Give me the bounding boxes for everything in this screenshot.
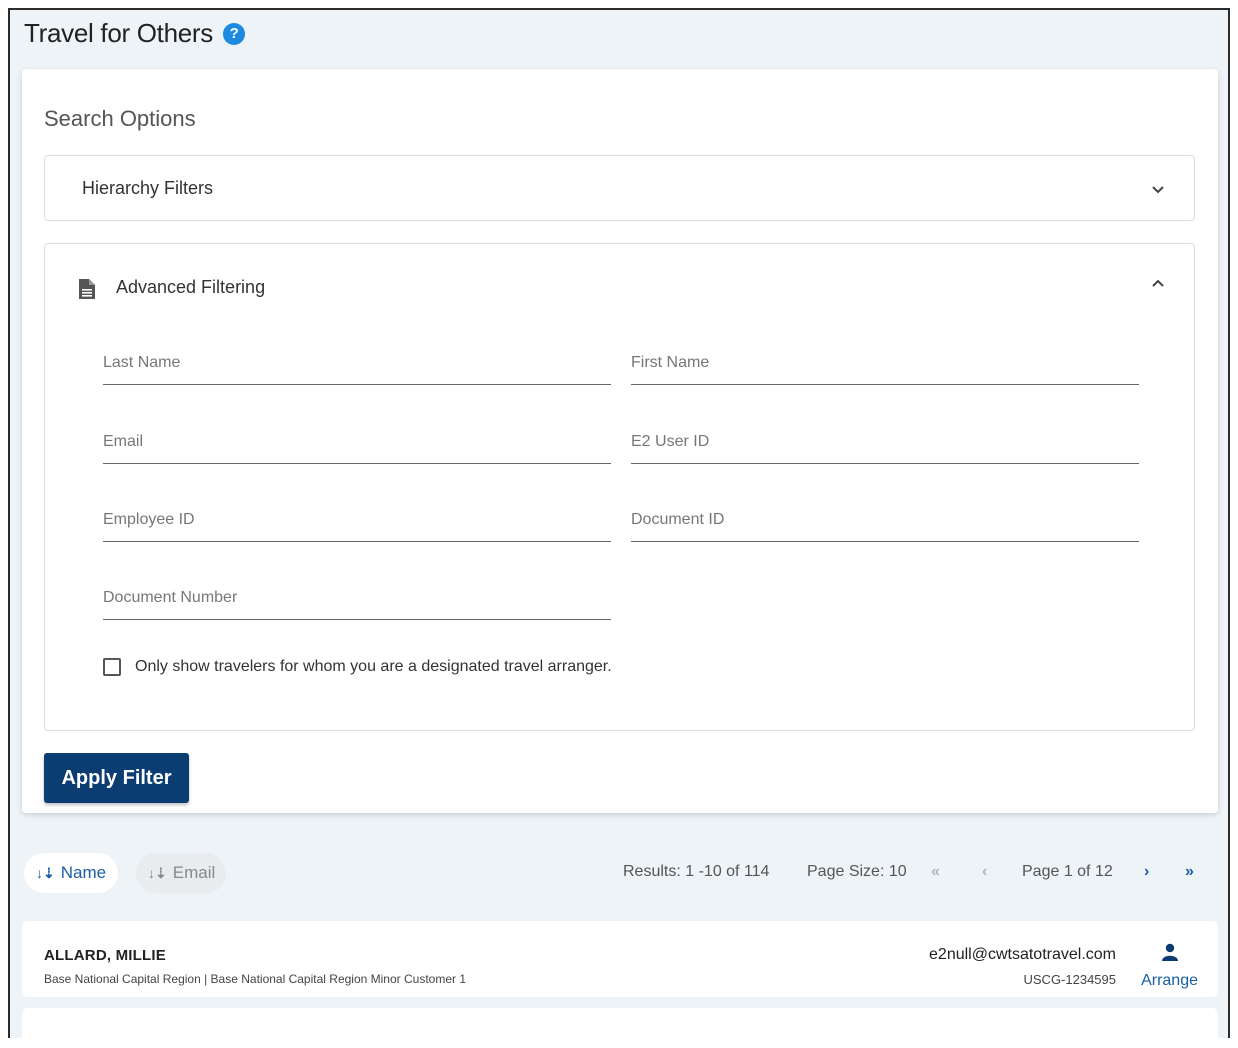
search-options-card: Search Options Hierarchy Filters Advance… xyxy=(22,69,1218,813)
traveler-row xyxy=(22,1008,1218,1048)
traveler-row: ALLARD, MILLIE Base National Capital Reg… xyxy=(22,921,1218,997)
arrange-link[interactable]: Arrange xyxy=(1141,972,1198,990)
travel-arranger-checkbox-label: Only show travelers for whom you are a d… xyxy=(135,658,612,675)
previous-page-icon[interactable]: ‹ xyxy=(982,863,987,881)
document-number-field xyxy=(103,581,611,620)
person-icon[interactable] xyxy=(1162,943,1178,961)
employee-id-field xyxy=(103,503,611,542)
traveler-name: ALLARD, MILLIE xyxy=(44,947,166,964)
apply-filter-button[interactable]: Apply Filter xyxy=(44,753,189,803)
e2-user-id-input[interactable] xyxy=(631,433,1139,451)
page-title: Travel for Others ? xyxy=(24,18,245,49)
results-count: Results: 1 -10 of 114 xyxy=(623,863,770,880)
sort-by-email-button[interactable]: ↓⇣ Email xyxy=(136,853,226,893)
advanced-filtering-label: Advanced Filtering xyxy=(116,277,266,297)
document-icon xyxy=(79,279,95,299)
traveler-email: e2null@cwtsatotravel.com xyxy=(929,946,1116,963)
traveler-id: USCG-1234595 xyxy=(1023,972,1117,987)
sort-email-label: Email xyxy=(172,863,216,882)
document-id-field xyxy=(631,503,1139,542)
next-page-icon[interactable]: › xyxy=(1144,863,1149,881)
app-frame: Travel for Others ? Search Options Hiera… xyxy=(8,8,1230,1048)
sort-name-label: Name xyxy=(60,863,107,882)
last-name-field xyxy=(103,346,611,385)
first-name-input[interactable] xyxy=(631,354,1139,372)
sort-by-name-button[interactable]: ↓⇣ Name xyxy=(24,853,118,893)
chevron-up-icon[interactable] xyxy=(1150,275,1166,291)
sort-icon: ↓⇣ xyxy=(148,864,167,881)
sort-icon: ↓⇣ xyxy=(36,864,55,881)
page-indicator: Page 1 of 12 xyxy=(1022,863,1113,880)
search-options-title: Search Options xyxy=(44,106,196,131)
last-page-icon[interactable]: » xyxy=(1185,863,1194,881)
travel-arranger-checkbox-row: Only show travelers for whom you are a d… xyxy=(103,658,612,676)
page-size-selector[interactable]: Page Size: 10 xyxy=(807,863,907,881)
traveler-organization: Base National Capital Region | Base Nati… xyxy=(44,972,467,986)
chevron-down-icon[interactable] xyxy=(1150,182,1166,198)
e2-user-id-field xyxy=(631,425,1139,464)
document-number-input[interactable] xyxy=(103,589,611,607)
employee-id-input[interactable] xyxy=(103,511,611,529)
hierarchy-filters-panel[interactable]: Hierarchy Filters xyxy=(44,155,1195,221)
email-field xyxy=(103,425,611,464)
hierarchy-filters-label: Hierarchy Filters xyxy=(82,178,214,198)
last-name-input[interactable] xyxy=(103,354,611,372)
advanced-filtering-panel: Advanced Filtering Last Name First Name … xyxy=(44,243,1195,731)
email-input[interactable] xyxy=(103,433,611,451)
travel-arranger-checkbox[interactable] xyxy=(103,658,121,676)
page-title-text: Travel for Others xyxy=(24,18,213,48)
first-page-icon[interactable]: « xyxy=(931,863,940,881)
document-id-input[interactable] xyxy=(631,511,1139,529)
first-name-field xyxy=(631,346,1139,385)
help-icon[interactable]: ? xyxy=(223,22,245,45)
